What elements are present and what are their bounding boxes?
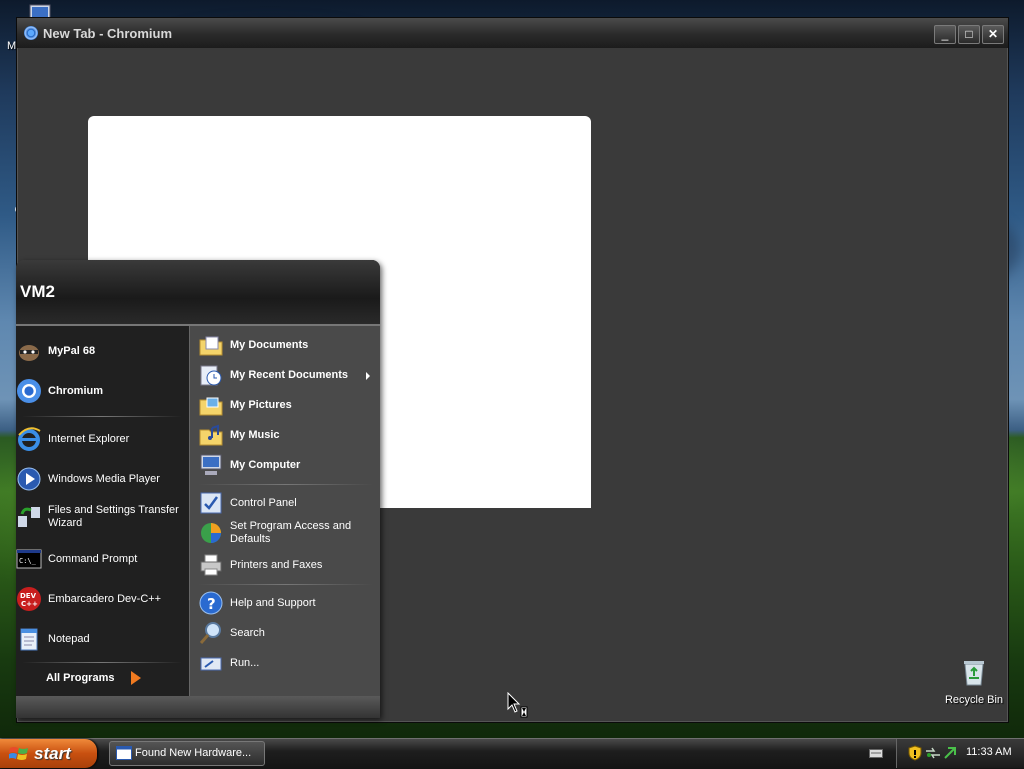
taskbar-button-found-new-hardware[interactable]: Found New Hardware... (109, 741, 265, 766)
devcpp-icon: DEVC++ (17, 587, 41, 611)
menu-item-label: MyPal 68 (48, 345, 96, 357)
menu-separator (22, 662, 182, 663)
start-menu: VM2 MyPal 68 Chromium Internet Explorer … (16, 260, 380, 718)
menu-item-label: My Recent Documents (230, 369, 348, 381)
menu-item-label: My Documents (230, 339, 309, 351)
my-music-icon (199, 424, 223, 446)
desktop-icon-label: Recycle Bin (944, 694, 1004, 706)
menu-item-my-music[interactable]: My Music (198, 422, 280, 448)
menu-item-label: Control Panel (230, 497, 297, 509)
menu-item-label: My Computer (230, 459, 301, 471)
internet-explorer-icon (18, 427, 41, 451)
menu-item-chromium[interactable]: Chromium (16, 378, 103, 404)
my-computer-icon (200, 454, 222, 475)
menu-separator (198, 584, 373, 585)
clock[interactable]: 11:33 AM (966, 746, 1012, 758)
menu-item-program-access[interactable]: Set Program Access and Defaults (198, 520, 373, 546)
menu-item-transfer-wizard[interactable]: Files and Settings Transfer Wizard (16, 504, 186, 530)
start-menu-footer (16, 696, 380, 718)
menu-separator (198, 484, 373, 485)
menu-item-devcpp[interactable]: DEV C++ Embarcadero Dev-C++ (16, 586, 161, 612)
svg-text:C:\_: C:\_ (19, 557, 37, 565)
menu-separator (22, 416, 182, 417)
menu-item-label: Internet Explorer (48, 433, 130, 445)
mypal-raccoon-icon (19, 345, 39, 361)
menu-item-run[interactable]: Run... (198, 650, 259, 676)
command-prompt-icon: C:\_ (16, 549, 42, 569)
printer-icon (200, 554, 222, 576)
desktop-icon-recycle-bin[interactable]: Recycle Bin (936, 656, 1012, 706)
arrow-right-icon (131, 671, 142, 685)
submenu-arrow-icon (366, 372, 370, 380)
chromium-icon (17, 379, 41, 403)
keyboard-icon[interactable] (869, 747, 883, 759)
menu-item-my-computer[interactable]: My Computer (198, 452, 300, 478)
menu-item-control-panel[interactable]: Control Panel (198, 490, 297, 516)
menu-item-label: My Pictures (230, 399, 292, 411)
maximize-button[interactable]: □ (958, 25, 980, 44)
menu-item-help[interactable]: ? Help and Support (198, 590, 316, 616)
all-programs-button[interactable]: All Programs (46, 670, 142, 686)
close-button[interactable]: ✕ (982, 25, 1004, 44)
transfer-wizard-icon (18, 507, 40, 527)
recycle-bin-icon (964, 661, 984, 686)
menu-item-notepad[interactable]: Notepad (16, 626, 90, 652)
menu-item-label: Files and Settings Transfer Wizard (48, 504, 179, 529)
network-icon[interactable] (925, 746, 941, 760)
taskbar-button-label: Found New Hardware... (135, 747, 252, 759)
my-pictures-icon (199, 397, 223, 416)
all-programs-label: All Programs (46, 672, 115, 684)
menu-item-printers[interactable]: Printers and Faxes (198, 552, 322, 578)
start-button[interactable]: start (0, 739, 97, 768)
menu-item-label: Chromium (48, 385, 103, 397)
mouse-cursor-icon (507, 692, 528, 718)
menu-item-label: Set Program Access and Defaults (230, 520, 352, 545)
menu-item-label: Notepad (48, 633, 90, 645)
window-titlebar[interactable]: New Tab - Chromium _ □ ✕ (17, 18, 1008, 48)
menu-item-label: Search (230, 627, 265, 639)
security-shield-icon[interactable] (908, 745, 922, 761)
menu-item-label: My Music (230, 429, 280, 441)
start-menu-programs: MyPal 68 Chromium Internet Explorer Wind… (16, 326, 189, 696)
user-name: VM2 (20, 282, 55, 301)
menu-item-recent-documents[interactable]: My Recent Documents (198, 362, 373, 388)
help-icon: ? (199, 591, 223, 615)
program-access-icon (201, 523, 221, 543)
svg-text:DEV: DEV (20, 592, 37, 600)
svg-text:?: ? (207, 595, 216, 613)
start-menu-places: My Documents My Recent Documents My Pict… (189, 326, 380, 696)
menu-item-label: Embarcadero Dev-C++ (48, 593, 162, 605)
menu-item-command-prompt[interactable]: C:\_ Command Prompt (16, 546, 137, 572)
menu-item-label: Printers and Faxes (230, 559, 323, 571)
window-icon (116, 746, 132, 760)
media-player-icon (17, 467, 41, 491)
menu-item-mypal[interactable]: MyPal 68 (16, 338, 95, 364)
start-menu-header: VM2 (16, 260, 380, 326)
start-label: start (34, 744, 71, 763)
menu-item-my-pictures[interactable]: My Pictures (198, 392, 292, 418)
menu-item-label: Command Prompt (48, 553, 138, 565)
menu-item-internet-explorer[interactable]: Internet Explorer (16, 426, 129, 452)
window-title: New Tab - Chromium (43, 26, 173, 41)
notepad-icon (20, 628, 38, 651)
menu-item-media-player[interactable]: Windows Media Player (16, 466, 160, 492)
menu-item-search[interactable]: Search (198, 620, 265, 646)
menu-item-label: Run... (230, 657, 260, 669)
control-panel-icon (200, 492, 222, 514)
svg-text:C++: C++ (21, 600, 38, 608)
windows-logo-icon (9, 747, 28, 760)
minimize-button[interactable]: _ (934, 25, 956, 44)
recent-documents-icon (200, 365, 222, 386)
menu-item-label: Help and Support (230, 597, 316, 609)
menu-item-my-documents[interactable]: My Documents (198, 332, 308, 358)
run-icon (200, 657, 222, 671)
safely-remove-icon[interactable] (943, 746, 957, 760)
chromium-icon (24, 26, 38, 40)
menu-item-label: Windows Media Player (48, 473, 160, 485)
search-icon (199, 622, 221, 644)
my-documents-icon (199, 336, 223, 356)
